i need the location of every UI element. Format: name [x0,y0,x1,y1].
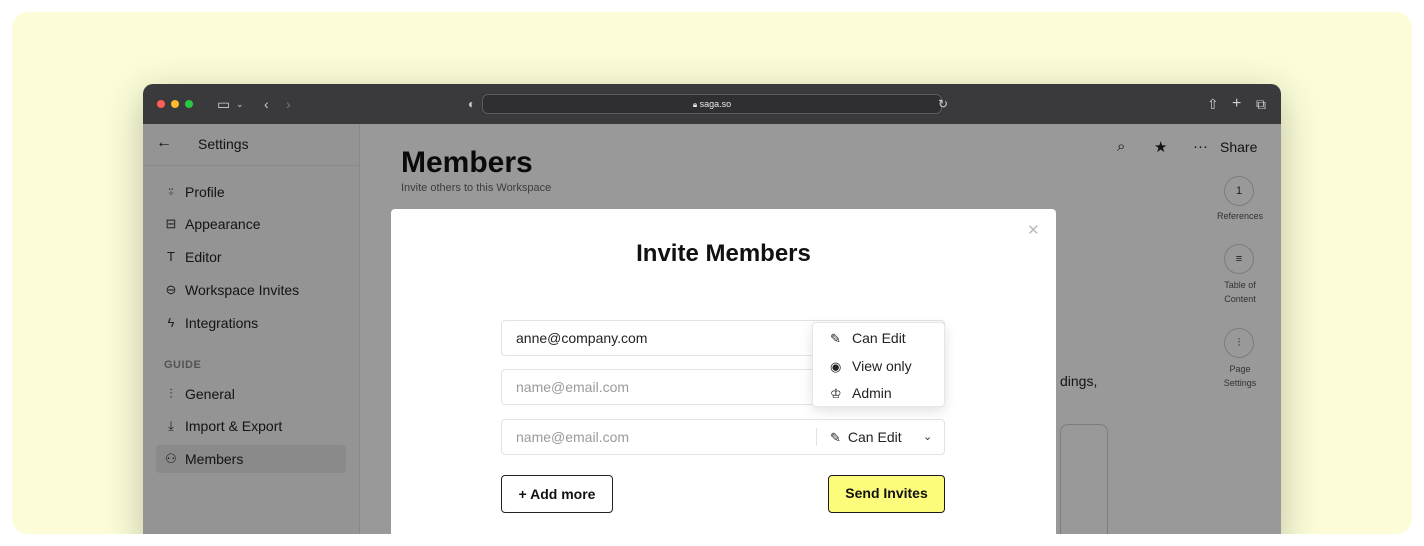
invite-row: name@email.com ✎ Can Edit ⌄ [501,419,945,455]
chevron-down-icon[interactable]: ⌄ [236,95,244,113]
role-option-label: Can Edit [852,330,906,346]
share-sheet-icon[interactable]: ⇧ [1207,95,1219,113]
page-backdrop: ▭ ⌄ ‹ › ◐ 🔒︎ saga.so ↻ ⇧ + ⧉ ← Settings [12,12,1412,534]
invite-members-modal: ✕ Invite Members anne@company.com name@e… [391,209,1056,534]
role-select-label: Can Edit [847,429,902,445]
url-text: 🔒︎ saga.so [483,95,941,114]
zoom-window-button[interactable] [185,100,193,108]
email-field[interactable]: anne@company.com [516,321,647,355]
role-option-label: View only [852,358,912,374]
role-dropdown-menu: ✎ Can Edit ◉ View only ♔ Admin [812,322,945,407]
role-option-admin[interactable]: ♔ Admin [830,385,892,402]
role-option-can-edit[interactable]: ✎ Can Edit [830,330,906,347]
email-field[interactable]: name@email.com [516,370,629,404]
role-select[interactable]: ✎ Can Edit [830,420,902,455]
eye-icon: ◉ [830,359,842,374]
minimize-window-button[interactable] [171,100,179,108]
chevron-down-icon[interactable]: ⌄ [923,420,932,454]
sidebar-toggle-icon[interactable]: ▭ [217,95,230,113]
crown-icon: ♔ [830,386,842,401]
new-tab-icon[interactable]: + [1232,95,1241,113]
pencil-icon: ✎ [830,430,841,445]
role-option-label: Admin [852,385,892,401]
email-field[interactable]: name@email.com [516,420,629,454]
forward-arrow-icon[interactable]: › [286,95,291,113]
modal-title: Invite Members [636,240,811,267]
reload-icon[interactable]: ↻ [938,95,948,113]
divider [816,428,817,446]
browser-window: ▭ ⌄ ‹ › ◐ 🔒︎ saga.so ↻ ⇧ + ⧉ ← Settings [143,84,1281,534]
add-more-button[interactable]: + Add more [501,475,613,513]
url-label: saga.so [699,99,732,109]
shield-icon[interactable]: ◐ [468,95,475,113]
role-option-view-only[interactable]: ◉ View only [830,358,912,375]
tab-overview-icon[interactable]: ⧉ [1256,95,1266,113]
browser-titlebar: ▭ ⌄ ‹ › ◐ 🔒︎ saga.so ↻ ⇧ + ⧉ [143,84,1281,124]
lock-icon: 🔒︎ [692,100,698,109]
close-window-button[interactable] [157,100,165,108]
back-arrow-icon[interactable]: ‹ [264,95,269,113]
close-icon[interactable]: ✕ [1027,221,1040,239]
address-bar[interactable]: 🔒︎ saga.so [482,94,942,114]
send-invites-button[interactable]: Send Invites [828,475,945,513]
pencil-icon: ✎ [830,331,841,346]
